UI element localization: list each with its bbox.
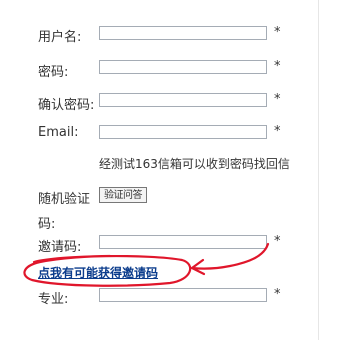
invite-code-link[interactable]: 点我有可能获得邀请码	[38, 264, 158, 281]
email-label: Email:	[38, 125, 79, 140]
username-label: 用户名:	[38, 30, 82, 45]
password-required-mark: *	[274, 59, 281, 74]
confirm-password-label: 确认密码:	[38, 98, 95, 113]
captcha-image[interactable]: 验证问答	[99, 187, 147, 203]
invite-required-mark: *	[274, 234, 281, 249]
registration-form: 用户名: * 密码: * 确认密码: * Email: * 经测试163信箱可以…	[0, 0, 340, 340]
username-input[interactable]	[99, 26, 267, 40]
confirm-password-required-mark: *	[274, 92, 281, 107]
username-required-mark: *	[274, 25, 281, 40]
email-hint: 经测试163信箱可以收到密码找回信	[99, 157, 290, 171]
email-required-mark: *	[274, 124, 281, 139]
invite-label: 邀请码:	[38, 240, 82, 255]
confirm-password-input[interactable]	[99, 93, 267, 107]
panel-border	[318, 0, 319, 340]
captcha-label-line2: 码:	[38, 217, 56, 232]
captcha-label: 随机验证	[38, 188, 90, 207]
captcha-label-cont: 码:	[38, 213, 55, 232]
password-input[interactable]	[99, 60, 267, 74]
captcha-label-line1: 随机验证	[38, 192, 91, 207]
password-label: 密码:	[38, 65, 69, 80]
email-input[interactable]	[99, 125, 267, 139]
invite-input[interactable]	[99, 235, 267, 249]
major-required-mark: *	[274, 287, 281, 302]
major-label: 专业:	[38, 292, 69, 307]
annotation-arrowhead	[190, 258, 206, 276]
major-input[interactable]	[99, 288, 267, 302]
